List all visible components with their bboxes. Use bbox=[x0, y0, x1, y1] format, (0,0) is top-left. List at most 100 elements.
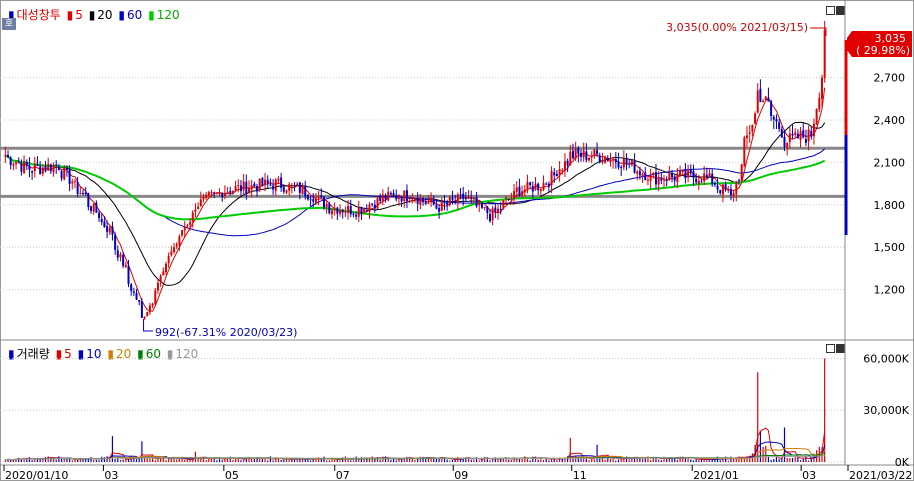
volume-bar bbox=[141, 441, 143, 462]
volume-bar bbox=[192, 459, 194, 462]
volume-bar bbox=[205, 459, 207, 462]
candle-body bbox=[159, 275, 162, 282]
chart-canvas[interactable]: 2,700 2,400 2,100 1,800 1,500 1,200 60,000K 30… bbox=[0, 0, 914, 481]
volume-ma-lines bbox=[5, 427, 826, 461]
candle-body bbox=[186, 225, 189, 227]
price-y-tick: 2,100 bbox=[874, 156, 906, 169]
volume-bar bbox=[470, 459, 472, 462]
candle-body bbox=[218, 192, 221, 194]
candle-body bbox=[721, 184, 724, 195]
volume-bar bbox=[352, 460, 355, 462]
volume-bar bbox=[165, 459, 167, 462]
candle-body bbox=[596, 150, 599, 155]
candle-body bbox=[256, 186, 259, 192]
volume-bar bbox=[706, 460, 708, 462]
volume-bar bbox=[288, 459, 290, 462]
candle-body bbox=[759, 88, 762, 103]
candle-body bbox=[432, 200, 435, 205]
volume-bar bbox=[497, 459, 499, 462]
volume-bar bbox=[117, 458, 119, 462]
candle-body bbox=[197, 206, 200, 210]
candle-body bbox=[537, 183, 540, 191]
volume-bar bbox=[31, 460, 33, 462]
candle-body bbox=[202, 197, 205, 200]
candle-body bbox=[737, 180, 740, 182]
volume-bar bbox=[339, 460, 341, 462]
candle-body bbox=[497, 208, 500, 213]
candle-body bbox=[746, 135, 749, 139]
candle-body bbox=[687, 170, 690, 178]
candle-body bbox=[609, 160, 612, 163]
candle-body bbox=[341, 210, 344, 213]
candle-body bbox=[12, 164, 15, 166]
volume-bar bbox=[12, 460, 14, 462]
candle-body bbox=[505, 197, 508, 200]
candle-body bbox=[322, 196, 325, 208]
candle-body bbox=[478, 202, 481, 206]
volume-bar bbox=[243, 460, 245, 462]
candle-body bbox=[791, 133, 794, 136]
candle-body bbox=[124, 264, 127, 267]
candle-body bbox=[344, 211, 347, 213]
candle-body bbox=[638, 171, 641, 176]
candle-body bbox=[221, 192, 224, 198]
candle-body bbox=[438, 208, 441, 212]
candle-body bbox=[347, 205, 350, 213]
candle-body bbox=[92, 203, 95, 212]
candle-body bbox=[189, 222, 192, 225]
candle-body bbox=[692, 171, 695, 178]
candle-body bbox=[772, 116, 775, 120]
candle-body bbox=[531, 186, 534, 192]
candle-body bbox=[207, 192, 210, 196]
volume-bar bbox=[328, 460, 330, 462]
candle-body bbox=[526, 182, 529, 190]
candle-body bbox=[644, 172, 647, 181]
candle-body bbox=[804, 139, 807, 143]
volume-bar bbox=[149, 458, 151, 462]
candle-body bbox=[561, 170, 564, 172]
price-y-tick: 1,200 bbox=[874, 284, 906, 297]
candle-body bbox=[459, 194, 462, 196]
candle-body bbox=[65, 168, 68, 170]
candle-body bbox=[555, 173, 558, 177]
candle-body bbox=[132, 291, 135, 293]
candle-body bbox=[724, 184, 727, 191]
candle-body bbox=[430, 198, 433, 203]
candle-body bbox=[446, 202, 449, 205]
volume-bar bbox=[692, 460, 695, 462]
candle-body bbox=[306, 195, 309, 200]
volume-bar bbox=[542, 459, 545, 462]
candle-body bbox=[360, 206, 363, 214]
volume-bar bbox=[548, 460, 550, 462]
candle-body bbox=[705, 174, 708, 177]
candle-body bbox=[679, 171, 682, 177]
volume-bar bbox=[419, 456, 421, 462]
candle-body bbox=[33, 164, 36, 172]
candle-body bbox=[213, 192, 216, 194]
candle-body bbox=[349, 206, 352, 215]
volume-bar bbox=[585, 458, 587, 462]
candle-body bbox=[285, 190, 288, 193]
candle-body bbox=[352, 213, 355, 215]
volume-bar bbox=[719, 460, 721, 462]
volume-bar bbox=[52, 459, 55, 462]
candle-body bbox=[713, 183, 716, 185]
candle-body bbox=[320, 195, 323, 198]
candle-body bbox=[164, 263, 167, 273]
candle-body bbox=[63, 167, 66, 180]
volume-bar bbox=[10, 459, 12, 462]
candle-body bbox=[475, 196, 478, 207]
ma120-line bbox=[4, 154, 826, 221]
candle-body bbox=[462, 193, 465, 199]
candle-body bbox=[681, 170, 684, 172]
volume-bar bbox=[315, 459, 317, 462]
candle-body bbox=[604, 157, 607, 163]
volume-bar bbox=[478, 460, 480, 462]
volume-bar bbox=[194, 451, 197, 462]
volume-bar bbox=[63, 458, 65, 462]
volume-bar bbox=[537, 459, 539, 462]
candle-body bbox=[403, 190, 406, 202]
volume-bar bbox=[157, 456, 159, 462]
candle-body bbox=[622, 158, 625, 168]
volume-bar bbox=[666, 459, 668, 462]
